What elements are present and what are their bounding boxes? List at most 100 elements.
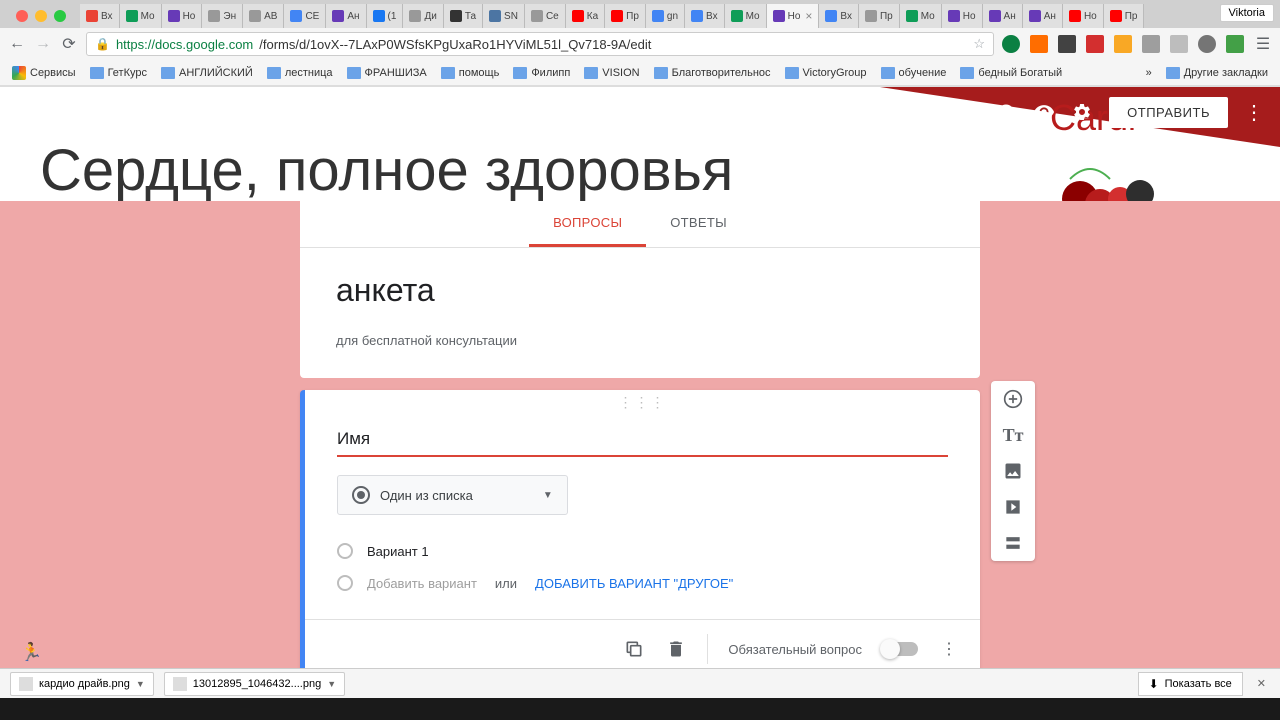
settings-icon[interactable]	[1071, 101, 1093, 123]
palette-icon[interactable]	[995, 101, 1017, 123]
browser-tab[interactable]: Вх	[685, 4, 725, 28]
browser-tab[interactable]: Ди	[403, 4, 443, 28]
bookmarks-overflow[interactable]: »	[1142, 65, 1156, 81]
browser-tab[interactable]: Но	[1063, 4, 1104, 28]
option-text[interactable]: Вариант 1	[367, 544, 429, 559]
close-window-button[interactable]	[16, 10, 28, 22]
add-title-icon[interactable]: Tᴛ	[991, 417, 1035, 453]
ext-icon-2[interactable]	[1030, 35, 1048, 53]
ext-icon-6[interactable]	[1142, 35, 1160, 53]
question-type-dropdown[interactable]: Один из списка ▼	[337, 475, 568, 515]
form-title[interactable]: анкета	[336, 272, 944, 309]
file-icon	[173, 677, 187, 691]
bookmark-item[interactable]: Сервисы	[8, 64, 80, 82]
browser-tab[interactable]: Ан	[1023, 4, 1063, 28]
add-image-icon[interactable]	[991, 453, 1035, 489]
form-name[interactable]: Новая форма	[56, 102, 164, 122]
question-title-input[interactable]	[337, 423, 948, 457]
delete-icon[interactable]	[665, 638, 687, 660]
bookmark-item[interactable]: лестница	[263, 64, 337, 82]
add-section-icon[interactable]	[991, 525, 1035, 561]
browser-tab[interactable]: СЕ	[284, 4, 326, 28]
download-item-2[interactable]: 13012895_1046432....png ▼	[164, 672, 345, 696]
bookmark-item[interactable]: VISION	[580, 64, 643, 82]
send-button[interactable]: ОТПРАВИТЬ	[1109, 97, 1228, 128]
browser-tab[interactable]: Пр	[859, 4, 900, 28]
minimize-window-button[interactable]	[35, 10, 47, 22]
browser-tab[interactable]: Се	[525, 4, 566, 28]
save-status: Сохранение...	[184, 105, 262, 119]
browser-tab[interactable]: Мо	[900, 4, 942, 28]
bookmark-item[interactable]: Благотворительнос	[650, 64, 775, 82]
forward-button[interactable]: →	[34, 35, 52, 53]
browser-tab[interactable]: Вх	[819, 4, 859, 28]
bookmark-item[interactable]: помощь	[437, 64, 504, 82]
option-row[interactable]: Вариант 1	[337, 535, 948, 567]
bookmark-item[interactable]: АНГЛИЙСКИЙ	[157, 64, 257, 82]
browser-tab[interactable]: Мо	[120, 4, 162, 28]
form-description[interactable]: для бесплатной консультации	[336, 333, 944, 348]
tab-questions[interactable]: ВОПРОСЫ	[529, 201, 646, 247]
chrome-menu-button[interactable]: ☰	[1254, 35, 1272, 53]
ext-icon-8[interactable]	[1198, 35, 1216, 53]
bookmark-item[interactable]: ФРАНШИЗА	[343, 64, 431, 82]
browser-tab[interactable]: Пр	[605, 4, 646, 28]
tab-answers[interactable]: ОТВЕТЫ	[646, 201, 751, 247]
download-filename: 13012895_1046432....png	[193, 678, 321, 690]
bookmark-item[interactable]: бедный Богатый	[956, 64, 1066, 82]
bookmark-item[interactable]: Филипп	[509, 64, 574, 82]
back-button[interactable]: ←	[8, 35, 26, 53]
ext-icon-1[interactable]	[1002, 35, 1020, 53]
browser-tab[interactable]: Но×	[767, 4, 820, 28]
star-icon[interactable]: ☆	[973, 36, 985, 52]
bookmark-item[interactable]: обучение	[877, 64, 951, 82]
browser-tab[interactable]: Ка	[566, 4, 605, 28]
form-title-card[interactable]: анкета для бесплатной консультации	[300, 248, 980, 378]
ext-icon-7[interactable]	[1170, 35, 1188, 53]
ext-icon-5[interactable]	[1114, 35, 1132, 53]
folder-icon	[1166, 67, 1180, 79]
bookmark-item[interactable]: ГетКурс	[86, 64, 151, 82]
browser-tab[interactable]: Но	[162, 4, 203, 28]
back-arrow-button[interactable]: ←	[16, 101, 36, 124]
bookmark-item[interactable]: VictoryGroup	[781, 64, 871, 82]
url-input[interactable]: 🔒 https://docs.google.com/forms/d/1ovX--…	[86, 32, 994, 56]
browser-tab[interactable]: Мо	[725, 4, 767, 28]
browser-tab[interactable]: Пр	[1104, 4, 1145, 28]
user-profile-badge[interactable]: Viktoria	[1220, 4, 1274, 22]
browser-tab[interactable]: gn	[646, 4, 685, 28]
more-icon[interactable]: ⋮	[1244, 100, 1264, 125]
browser-tab[interactable]: Но	[942, 4, 983, 28]
other-bookmarks[interactable]: Другие закладки	[1162, 65, 1272, 81]
add-video-icon[interactable]	[991, 489, 1035, 525]
required-toggle[interactable]	[882, 642, 918, 656]
reload-button[interactable]: ⟳	[60, 35, 78, 53]
maximize-window-button[interactable]	[54, 10, 66, 22]
drag-handle-icon[interactable]: ⋮⋮⋮	[305, 390, 980, 415]
browser-tab[interactable]: Та	[444, 4, 483, 28]
show-all-downloads-button[interactable]: ⬇ Показать все	[1138, 672, 1243, 696]
preview-icon[interactable]	[1033, 101, 1055, 123]
download-item-1[interactable]: кардио драйв.png ▼	[10, 672, 154, 696]
radio-icon	[352, 486, 370, 504]
add-other-link[interactable]: ДОБАВИТЬ ВАРИАНТ "ДРУГОЕ"	[535, 576, 733, 591]
browser-tab[interactable]: Эн	[202, 4, 243, 28]
ext-icon-3[interactable]	[1058, 35, 1076, 53]
video-controls-bar[interactable]	[0, 698, 1280, 720]
duplicate-icon[interactable]	[623, 638, 645, 660]
close-downloads-button[interactable]: ✕	[1253, 677, 1270, 690]
add-option-link[interactable]: Добавить вариант	[367, 576, 477, 591]
show-all-label: Показать все	[1165, 678, 1232, 690]
ext-icon-4[interactable]	[1086, 35, 1104, 53]
question-more-icon[interactable]: ⋮	[938, 638, 960, 660]
browser-tab[interactable]: (1	[367, 4, 404, 28]
hangouts-icon[interactable]: 🏃	[20, 642, 40, 662]
browser-tab[interactable]: Ан	[983, 4, 1023, 28]
browser-tab[interactable]: Вх	[80, 4, 120, 28]
ext-icon-9[interactable]	[1226, 35, 1244, 53]
browser-tab[interactable]: Ан	[326, 4, 366, 28]
extensions: ☰	[1002, 35, 1272, 53]
browser-tab[interactable]: АВ	[243, 4, 284, 28]
add-question-icon[interactable]	[991, 381, 1035, 417]
browser-tab[interactable]: SN	[483, 4, 525, 28]
